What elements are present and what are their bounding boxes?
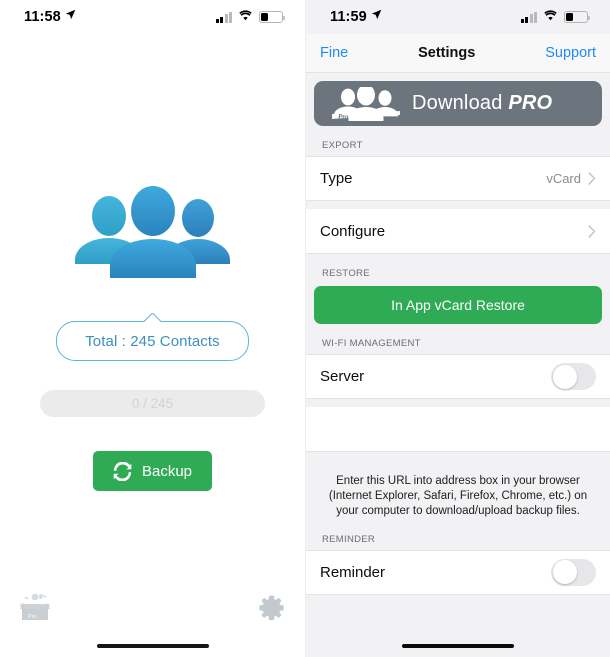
- status-bar-time-right: 11:59: [330, 9, 367, 25]
- settings-row-type-label: Type: [320, 170, 353, 187]
- status-bar-indicators: [215, 8, 286, 26]
- wifi-icon: [543, 8, 558, 26]
- promo-banner-wrap: Pro Download PRO: [306, 73, 610, 126]
- gear-icon[interactable]: [258, 594, 285, 621]
- section-header-wifi-management: WI-FI MANAGEMENT: [322, 338, 421, 349]
- battery-low-icon: [259, 11, 286, 23]
- refresh-icon: [113, 461, 132, 481]
- backup-button-wrap: Backup: [0, 451, 305, 491]
- home-indicator: [96, 643, 209, 648]
- server-toggle[interactable]: [551, 363, 596, 390]
- backup-progress-label: 0 / 245: [131, 396, 174, 411]
- wifi-help-text: Enter this URL into address box in your …: [328, 475, 588, 518]
- right-status-bar: 11:59: [306, 0, 610, 34]
- reminder-toggle-knob: [552, 560, 577, 585]
- svg-text:Pro: Pro: [28, 614, 37, 620]
- server-toggle-knob: [552, 364, 577, 389]
- dual-phone-screenshot: 11:58 Total: 245 Contacts 0 / 245 Backu…: [0, 0, 610, 657]
- download-pro-label: Download PRO: [412, 92, 552, 115]
- battery-low-icon: [564, 11, 591, 23]
- server-url-field: [306, 407, 610, 452]
- settings-row-server-label: Server: [320, 368, 365, 385]
- download-pro-em: PRO: [508, 92, 553, 114]
- home-indicator: [402, 643, 514, 648]
- backup-progress-bar: 0 / 245: [40, 390, 265, 417]
- open-box-icon[interactable]: Pro: [18, 592, 52, 622]
- settings-row-configure[interactable]: Configure: [306, 209, 610, 254]
- total-contacts-bubble-wrap: Total : 245 Contacts: [0, 321, 305, 361]
- chevron-right-icon: [588, 224, 596, 238]
- three-people-icon: [0, 186, 305, 278]
- right-phone-screen: 11:59 Fine Settings Support Pro Download…: [305, 0, 610, 657]
- total-contacts-label: Total : 245 Contacts: [85, 332, 220, 350]
- left-phone-screen: 11:58 Total: 245 Contacts 0 / 245 Backu…: [0, 0, 305, 657]
- reminder-toggle[interactable]: [551, 558, 596, 586]
- settings-navigation-bar: Fine Settings Support: [306, 34, 610, 73]
- settings-row-type[interactable]: Type vCard: [306, 156, 610, 201]
- three-people-white-icon: Pro: [330, 84, 402, 121]
- back-button-fine[interactable]: Fine: [320, 45, 348, 61]
- section-header-restore: RESTORE: [322, 268, 370, 279]
- status-bar-time-group: 11:58: [24, 9, 76, 25]
- settings-row-configure-label: Configure: [320, 222, 386, 240]
- section-header-reminder: REMINDER: [322, 533, 376, 545]
- status-bar-indicators-right: [520, 8, 591, 26]
- wifi-icon: [238, 8, 253, 26]
- left-main-content: Total : 245 Contacts 0 / 245 Backup Pro: [0, 34, 305, 657]
- total-contacts-bubble: Total : 245 Contacts: [56, 321, 249, 361]
- page-title: Settings: [418, 45, 476, 61]
- cellular-signal-icon: [520, 11, 537, 23]
- settings-row-reminder-label: Reminder: [320, 563, 386, 581]
- svg-text:Pro: Pro: [338, 113, 349, 121]
- location-arrow-icon: [65, 8, 76, 24]
- settings-row-reminder[interactable]: Reminder: [306, 549, 610, 595]
- left-status-bar: 11:58: [0, 0, 305, 34]
- section-header-export: EXPORT: [322, 140, 363, 151]
- settings-list: Pro Download PRO EXPORT Type vCard Confi…: [306, 73, 610, 657]
- left-footer-bar: Pro: [0, 587, 305, 657]
- backup-button-label: Backup: [141, 462, 193, 480]
- status-bar-time: 11:58: [24, 9, 61, 25]
- status-bar-time-group-right: 11:59: [330, 9, 382, 25]
- cellular-signal-icon: [215, 11, 232, 23]
- in-app-vcard-restore-button[interactable]: In App vCard Restore: [314, 286, 602, 324]
- support-button[interactable]: Support: [545, 45, 596, 61]
- settings-row-type-value: vCard: [546, 171, 581, 186]
- chevron-right-icon: [588, 172, 596, 185]
- download-pro-text: Download: [412, 92, 509, 114]
- location-arrow-icon: [371, 8, 382, 24]
- download-pro-banner[interactable]: Pro Download PRO: [314, 81, 602, 126]
- bubble-nib: [144, 313, 162, 322]
- backup-button[interactable]: Backup: [92, 451, 213, 491]
- settings-row-server[interactable]: Server: [306, 354, 610, 399]
